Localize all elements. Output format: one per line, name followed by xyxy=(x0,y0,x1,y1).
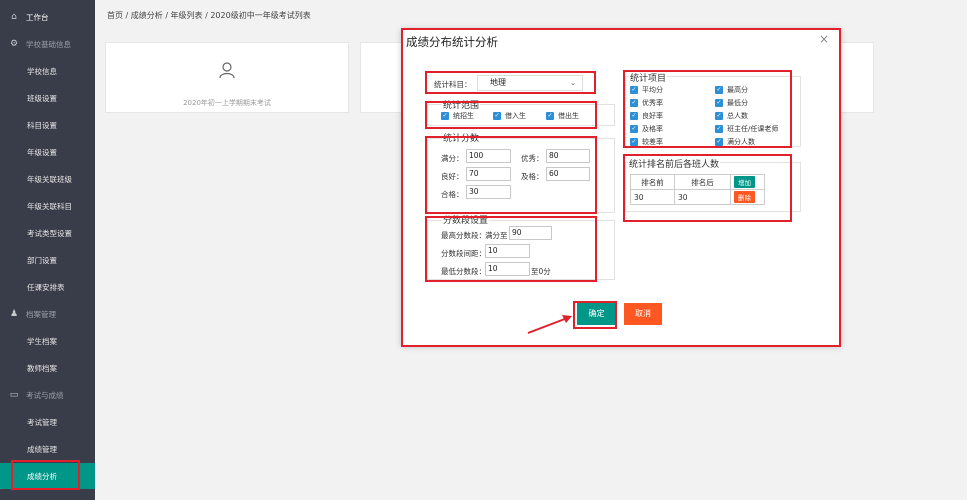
sidebar-section-school-info[interactable]: ⚙ 学校基础信息 xyxy=(0,31,95,57)
highlight-box-items xyxy=(623,70,792,148)
home-icon: ⌂ xyxy=(11,12,17,22)
sidebar-item-student-archive[interactable]: 学生档案 xyxy=(0,328,95,354)
gear-icon: ⚙ xyxy=(9,39,19,49)
arrow-icon xyxy=(527,315,572,334)
user-icon: ♟ xyxy=(9,309,19,319)
sidebar-item-score-management[interactable]: 成绩管理 xyxy=(0,436,95,462)
exam-card[interactable]: 2020年初一上学期期末考试 xyxy=(105,42,349,113)
sidebar-item-grade-class-link[interactable]: 年级关联班级 xyxy=(0,166,95,192)
sidebar-item-grade-settings[interactable]: 年级设置 xyxy=(0,139,95,165)
breadcrumb: 首页 / 成绩分析 / 年级列表 / 2020级初中一年级考试列表 xyxy=(107,11,311,20)
sidebar-section-archive[interactable]: ♟ 档案管理 xyxy=(0,301,95,327)
sidebar-item-teacher-archive[interactable]: 教师档案 xyxy=(0,355,95,381)
book-icon: ▭ xyxy=(9,390,19,400)
highlight-box-score xyxy=(425,136,597,214)
sidebar-item-exam-type-settings[interactable]: 考试类型设置 xyxy=(0,220,95,246)
sidebar-section-exam[interactable]: ▭ 考试与成绩 xyxy=(0,382,95,408)
sidebar-item-subject-settings[interactable]: 科目设置 xyxy=(0,112,95,138)
sidebar-item-school-info[interactable]: 学校信息 xyxy=(0,58,95,84)
sidebar-item-exam-management[interactable]: 考试管理 xyxy=(0,409,95,435)
sidebar-item-workbench[interactable]: ⌂ 工作台 xyxy=(0,4,95,30)
highlight-box-segment xyxy=(425,216,597,282)
sidebar-item-class-settings[interactable]: 班级设置 xyxy=(0,85,95,111)
sidebar-item-grade-subject-link[interactable]: 年级关联科目 xyxy=(0,193,95,219)
user-icon xyxy=(219,62,235,79)
highlight-box-range xyxy=(425,101,597,129)
exam-card-title: 2020年初一上学期期末考试 xyxy=(183,99,271,107)
highlight-box-subject xyxy=(425,71,596,94)
sidebar-item-department-settings[interactable]: 部门设置 xyxy=(0,247,95,273)
sidebar: ⌂ 工作台 ⚙ 学校基础信息 学校信息 班级设置 科目设置 年级设置 年级关联班… xyxy=(0,0,95,500)
sidebar-item-teaching-schedule[interactable]: 任课安排表 xyxy=(0,274,95,300)
highlight-box-sidebar xyxy=(11,460,80,490)
highlight-box-rank xyxy=(623,154,792,222)
